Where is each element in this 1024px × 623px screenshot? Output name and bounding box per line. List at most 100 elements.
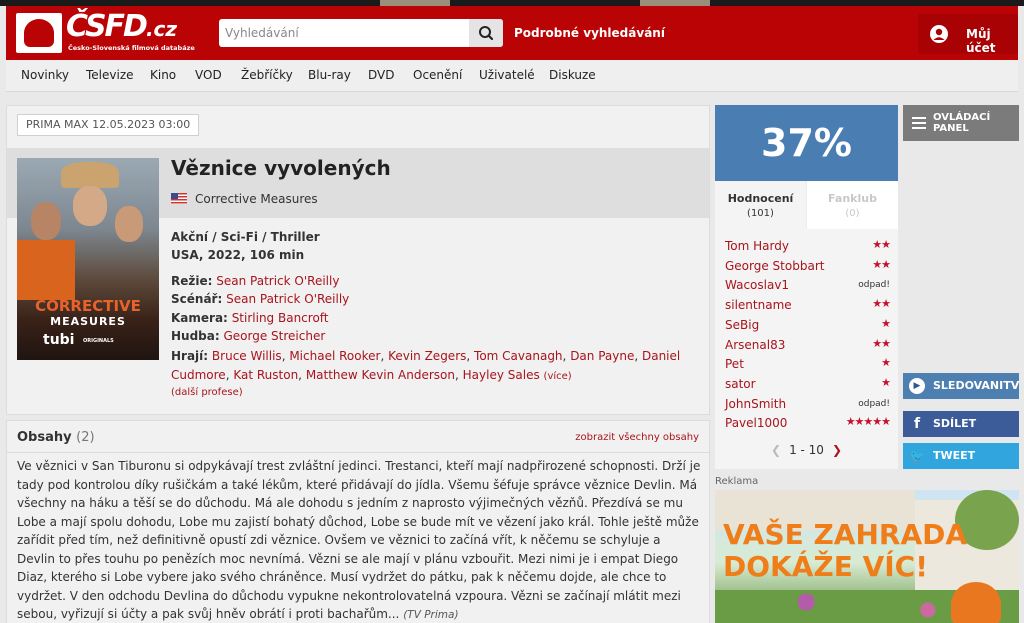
film-detail-panel: PRIMA MAX 12.05.2023 03:00 CORRECTIVE ME… [6, 105, 710, 415]
tv-schedule-badge[interactable]: PRIMA MAX 12.05.2023 03:00 [17, 114, 200, 136]
star-rating-icon: ★ [881, 356, 891, 370]
user-link[interactable]: George Stobbart [725, 259, 824, 273]
tab-fanclub-count: (0) [845, 208, 860, 219]
all-plots-link[interactable]: zobrazit všechny obsahy [575, 432, 699, 443]
rating-tabs: Hodnocení (101) Fanklub (0) [715, 181, 898, 229]
nav-item-zebricky[interactable]: Žebříčky [241, 68, 293, 82]
twitter-icon: 🐦 [909, 449, 925, 463]
crew-director: Režie: Sean Patrick O'Reilly [171, 274, 340, 288]
logo-subtitle: Česko-Slovenská filmová databáze [68, 44, 195, 52]
actor-link[interactable]: Kevin Zegers [388, 349, 466, 363]
search-input[interactable] [219, 19, 469, 47]
tab-fanclub-label: Fanklub [828, 192, 877, 205]
user-rating-row: JohnSmith odpad! [725, 395, 890, 415]
advertisement-banner[interactable]: VAŠE ZAHRADA DOKÁŽE VÍC! [715, 490, 1019, 623]
nav-item-bluray[interactable]: Blu-ray [308, 68, 351, 82]
pager-next-icon[interactable]: ❯ [824, 443, 850, 457]
rating-box: 37% [715, 105, 898, 181]
film-reel-icon [16, 13, 62, 53]
rating-word: odpad! [858, 280, 890, 291]
user-rating-row: silentname ★★ [725, 296, 891, 316]
control-panel-button[interactable]: OVLÁDACÍ PANEL [903, 105, 1019, 141]
ad-mascot [951, 582, 1001, 623]
star-rating-icon: ★ [881, 316, 891, 330]
actors-more-link[interactable]: (více) [544, 371, 572, 382]
user-link[interactable]: Pet [725, 357, 744, 371]
ratings-pager: ❮ 1 - 10 ❯ [715, 443, 898, 457]
poster-brand: tubi [43, 332, 75, 348]
crew-writer: Scénář: Sean Patrick O'Reilly [171, 292, 350, 306]
actor-link[interactable]: Tom Cavanagh [474, 349, 563, 363]
actor-link[interactable]: Matthew Kevin Anderson [306, 368, 455, 382]
ad-label: Reklama [715, 476, 759, 487]
poster-brand-sub: ORIGINALS [83, 338, 114, 344]
tab-ratings[interactable]: Hodnocení (101) [715, 181, 806, 229]
user-link[interactable]: sator [725, 377, 756, 391]
play-icon: ▶ [909, 378, 925, 394]
control-panel-label: OVLÁDACÍ PANEL [933, 112, 991, 134]
crew-link[interactable]: George Streicher [224, 329, 326, 343]
film-poster[interactable]: CORRECTIVE MEASURES tubi ORIGINALS [17, 158, 159, 360]
nav-item-diskuze[interactable]: Diskuze [549, 68, 596, 82]
tweet-button[interactable]: 🐦 TWEET [903, 443, 1019, 469]
pager-prev-icon[interactable]: ❮ [763, 443, 789, 457]
user-ratings-list: Tom Hardy ★★ George Stobbart ★★ Wacoslav1 odp… [715, 229, 898, 469]
main-nav: Novinky Televize Kino VOD Žebříčky Blu-r… [6, 60, 1018, 92]
user-link[interactable]: silentname [725, 298, 792, 312]
poster-art [61, 162, 119, 188]
tweet-label: TWEET [933, 449, 976, 462]
plot-source: (TV Prima) [403, 609, 459, 621]
tab-ratings-label: Hodnocení [727, 192, 794, 205]
pager-range: 1 - 10 [789, 443, 824, 457]
crew-music: Hudba: George Streicher [171, 329, 326, 343]
film-genres: Akční / Sci-Fi / Thriller [171, 230, 320, 244]
logo-wordmark: ČSFD.cz [66, 9, 178, 44]
film-title: Věznice vyvolených [171, 156, 391, 180]
actor-link[interactable]: Bruce Willis [212, 349, 282, 363]
csfd-logo[interactable]: ČSFD.cz Česko-Slovenská filmová databáze [16, 9, 195, 53]
sledovanitv-label: SLEDOVANITV [933, 379, 1020, 392]
rating-word: odpad! [858, 398, 890, 409]
film-origin: USA, 2022, 106 min [171, 248, 305, 262]
user-icon [930, 25, 948, 43]
rating-percent: 37% [761, 121, 852, 165]
my-account-button[interactable]: Můj účet [918, 14, 1018, 55]
user-link[interactable]: SeBig [725, 318, 759, 332]
nav-item-uzivatele[interactable]: Uživatelé [479, 68, 535, 82]
search-button[interactable] [469, 19, 503, 47]
user-link[interactable]: JohnSmith [725, 397, 786, 411]
user-link[interactable]: Pavel1000 [725, 416, 787, 430]
user-link[interactable]: Tom Hardy [725, 239, 789, 253]
poster-art [31, 202, 61, 240]
original-title: Corrective Measures [171, 192, 318, 206]
sledovanitv-button[interactable]: ▶ SLEDOVANITV [903, 373, 1019, 399]
actor-link[interactable]: Hayley Sales [463, 368, 540, 382]
menu-icon [912, 117, 926, 129]
actor-link[interactable]: Dan Payne [570, 349, 634, 363]
nav-item-dvd[interactable]: DVD [368, 68, 394, 82]
user-link[interactable]: Wacoslav1 [725, 278, 789, 292]
nav-item-oceneni[interactable]: Ocenění [413, 68, 462, 82]
user-rating-row: SeBig ★ [725, 316, 891, 336]
actor-link[interactable]: Kat Ruston [233, 368, 298, 382]
nav-item-novinky[interactable]: Novinky [21, 68, 69, 82]
crew-link[interactable]: Sean Patrick O'Reilly [226, 292, 349, 306]
poster-title: CORRECTIVE [35, 297, 141, 315]
nav-item-vod[interactable]: VOD [195, 68, 222, 82]
crew-link[interactable]: Sean Patrick O'Reilly [216, 274, 339, 288]
facebook-share-button[interactable]: f SDÍLET [903, 411, 1019, 437]
actor-link[interactable]: Michael Rooker [289, 349, 380, 363]
crew-link[interactable]: Stirling Bancroft [232, 311, 329, 325]
share-label: SDÍLET [933, 417, 977, 430]
nav-item-televize[interactable]: Televize [86, 68, 134, 82]
nav-item-kino[interactable]: Kino [150, 68, 176, 82]
more-professions-link[interactable]: (další profese) [171, 387, 243, 398]
site-header: ČSFD.cz Česko-Slovenská filmová databáze… [6, 6, 1018, 60]
tab-fanclub[interactable]: Fanklub (0) [807, 181, 898, 229]
user-link[interactable]: Arsenal83 [725, 338, 785, 352]
advanced-search-link[interactable]: Podrobné vyhledávání [514, 26, 665, 40]
ad-headline-1: VAŠE ZAHRADA [723, 518, 968, 551]
user-rating-row: Wacoslav1 odpad! [725, 276, 890, 296]
crew-camera: Kamera: Stirling Bancroft [171, 311, 329, 325]
star-rating-icon: ★★★★★ [845, 415, 891, 429]
